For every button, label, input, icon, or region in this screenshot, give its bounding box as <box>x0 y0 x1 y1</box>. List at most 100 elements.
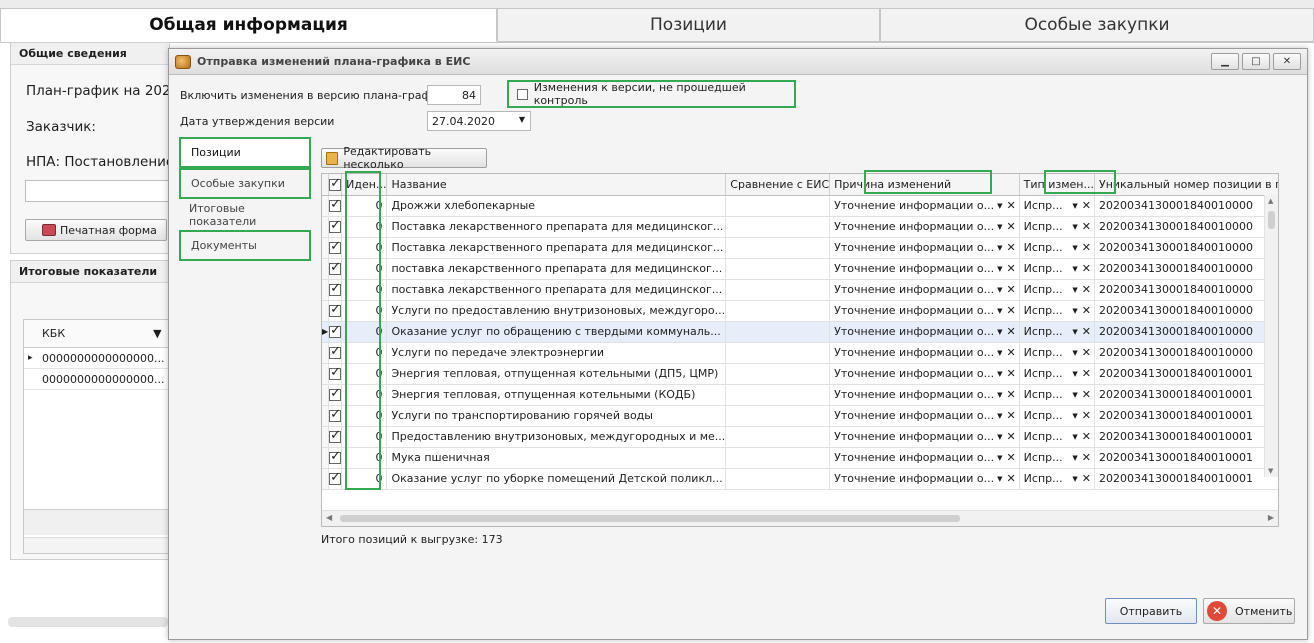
chevron-down-icon[interactable]: ▼ <box>997 454 1002 462</box>
table-row[interactable]: 0Предоставлению внутризоновых, междугоро… <box>322 426 1278 448</box>
checkbox-box[interactable] <box>517 88 528 100</box>
failed-control-checkbox[interactable]: Изменения к версии, не прошедшей контрол… <box>507 80 796 108</box>
minimize-button[interactable]: ▁ <box>1211 53 1239 70</box>
row-checkbox[interactable] <box>328 468 343 490</box>
clear-icon[interactable]: ✕ <box>1006 367 1015 380</box>
row-checkbox[interactable] <box>328 447 343 469</box>
chevron-down-icon[interactable]: ▼ <box>997 265 1002 273</box>
chevron-down-icon[interactable]: ▼ <box>997 307 1002 315</box>
edit-multiple-button[interactable]: Редактировать несколько <box>321 145 487 171</box>
side-tab-documents[interactable]: Документы <box>179 230 311 261</box>
type-cell[interactable]: Испр... ▼ ✕ <box>1019 195 1095 217</box>
clear-icon[interactable]: ✕ <box>1082 241 1091 254</box>
column-id[interactable]: Иден... <box>341 174 388 196</box>
reason-cell[interactable]: Уточнение информации о... ▼ ✕ <box>829 258 1020 280</box>
table-row[interactable]: 0Энергия тепловая, отпущенная котельными… <box>322 363 1278 385</box>
clear-icon[interactable]: ✕ <box>1006 388 1015 401</box>
row-checkbox[interactable] <box>328 321 343 343</box>
clear-icon[interactable]: ✕ <box>1082 283 1091 296</box>
print-form-button[interactable]: Печатная форма <box>25 219 167 241</box>
row-checkbox[interactable] <box>328 258 343 280</box>
reason-cell[interactable]: Уточнение информации о... ▼ ✕ <box>829 363 1020 385</box>
table-row[interactable]: 0000000000000000... <box>24 348 172 369</box>
grid-horizontal-scrollbar[interactable]: ◀ ▶ <box>322 510 1278 526</box>
table-row[interactable]: 0Энергия тепловая, отпущенная котельными… <box>322 384 1278 406</box>
reason-cell[interactable]: Уточнение информации о... ▼ ✕ <box>829 216 1020 238</box>
row-checkbox[interactable] <box>328 342 343 364</box>
main-scrollbar[interactable] <box>8 617 168 627</box>
reason-cell[interactable]: Уточнение информации о... ▼ ✕ <box>829 321 1020 343</box>
chevron-down-icon[interactable]: ▼ <box>997 328 1002 336</box>
table-row[interactable]: 0Поставка лекарственного препарата для м… <box>322 216 1278 238</box>
type-cell[interactable]: Испр... ▼ ✕ <box>1019 216 1095 238</box>
chevron-down-icon[interactable]: ▼ <box>1072 454 1077 462</box>
chevron-down-icon[interactable]: ▼ <box>997 223 1002 231</box>
type-cell[interactable]: Испр... ▼ ✕ <box>1019 258 1095 280</box>
table-row[interactable]: ▶ 0Оказание услуг по обращению с твердыми… <box>322 321 1278 343</box>
reason-cell[interactable]: Уточнение информации о... ▼ ✕ <box>829 195 1020 217</box>
clear-icon[interactable]: ✕ <box>1082 262 1091 275</box>
row-checkbox[interactable] <box>328 426 343 448</box>
row-checkbox[interactable] <box>328 216 343 238</box>
tab-general-info[interactable]: Общая информация <box>0 8 497 42</box>
clear-icon[interactable]: ✕ <box>1082 325 1091 338</box>
chevron-down-icon[interactable]: ▼ <box>997 244 1002 252</box>
type-cell[interactable]: Испр... ▼ ✕ <box>1019 426 1095 448</box>
clear-icon[interactable]: ✕ <box>1082 220 1091 233</box>
column-change-reason[interactable]: Причина изменений <box>829 174 1020 196</box>
type-cell[interactable]: Испр... ▼ ✕ <box>1019 321 1095 343</box>
clear-icon[interactable]: ✕ <box>1006 199 1015 212</box>
chevron-down-icon[interactable]: ▼ <box>1072 328 1077 336</box>
table-row[interactable]: 0Услуги по транспортированию горячей вод… <box>322 405 1278 427</box>
reason-cell[interactable]: Уточнение информации о... ▼ ✕ <box>829 405 1020 427</box>
chevron-down-icon[interactable]: ▼ <box>1072 265 1077 273</box>
table-row[interactable]: 0Дрожжи хлебопекарные Уточнение информаци… <box>322 195 1278 217</box>
tab-positions[interactable]: Позиции <box>497 8 880 42</box>
tab-special-purchases[interactable]: Особые закупки <box>880 8 1314 42</box>
row-checkbox[interactable] <box>328 195 343 217</box>
clear-icon[interactable]: ✕ <box>1006 346 1015 359</box>
reason-cell[interactable]: Уточнение информации о... ▼ ✕ <box>829 237 1020 259</box>
reason-cell[interactable]: Уточнение информации о... ▼ ✕ <box>829 342 1020 364</box>
table-row[interactable]: 0000000000000000... <box>24 369 172 390</box>
scroll-thumb[interactable] <box>340 515 960 522</box>
row-checkbox[interactable] <box>328 237 343 259</box>
chevron-down-icon[interactable]: ▼ <box>997 412 1002 420</box>
chevron-down-icon[interactable]: ▼ <box>997 370 1002 378</box>
type-cell[interactable]: Испр... ▼ ✕ <box>1019 237 1095 259</box>
chevron-down-icon[interactable]: ▼ <box>1072 412 1077 420</box>
scroll-thumb[interactable] <box>1268 211 1275 229</box>
type-cell[interactable]: Испр... ▼ ✕ <box>1019 342 1095 364</box>
chevron-down-icon[interactable]: ▼ <box>997 286 1002 294</box>
chevron-down-icon[interactable]: ▼ <box>1072 223 1077 231</box>
chevron-down-icon[interactable]: ▼ <box>519 115 525 124</box>
chevron-down-icon[interactable]: ▼ <box>997 202 1002 210</box>
chevron-down-icon[interactable]: ▼ <box>1072 391 1077 399</box>
table-row[interactable]: 0поставка лекарственного препарата для м… <box>322 279 1278 301</box>
version-input[interactable]: 84 <box>427 85 481 105</box>
clear-icon[interactable]: ✕ <box>1006 304 1015 317</box>
scroll-left-icon[interactable]: ◀ <box>326 513 332 522</box>
date-picker[interactable]: 27.04.2020 ▼ <box>427 111 531 131</box>
chevron-down-icon[interactable]: ▼ <box>1072 433 1077 441</box>
scroll-down-icon[interactable]: ▼ <box>1268 467 1273 475</box>
type-cell[interactable]: Испр... ▼ ✕ <box>1019 384 1095 406</box>
chevron-down-icon[interactable]: ▼ <box>1072 244 1077 252</box>
clear-icon[interactable]: ✕ <box>1006 325 1015 338</box>
clear-icon[interactable]: ✕ <box>1006 409 1015 422</box>
clear-icon[interactable]: ✕ <box>1082 409 1091 422</box>
reason-cell[interactable]: Уточнение информации о... ▼ ✕ <box>829 447 1020 469</box>
reason-cell[interactable]: Уточнение информации о... ▼ ✕ <box>829 300 1020 322</box>
close-button[interactable]: ✕ <box>1273 53 1301 70</box>
chevron-down-icon[interactable]: ▼ <box>997 391 1002 399</box>
chevron-down-icon[interactable]: ▼ <box>997 349 1002 357</box>
row-checkbox[interactable] <box>328 384 343 406</box>
clear-icon[interactable]: ✕ <box>1082 430 1091 443</box>
clear-icon[interactable]: ✕ <box>1082 451 1091 464</box>
column-unique-number[interactable]: Уникальный номер позиции в п <box>1094 174 1278 196</box>
side-tab-special-purchases[interactable]: Особые закупки <box>179 168 311 199</box>
table-row[interactable]: 0поставка лекарственного препарата для м… <box>322 258 1278 280</box>
clear-icon[interactable]: ✕ <box>1082 367 1091 380</box>
reason-cell[interactable]: Уточнение информации о... ▼ ✕ <box>829 279 1020 301</box>
chevron-down-icon[interactable]: ▼ <box>1072 475 1077 483</box>
